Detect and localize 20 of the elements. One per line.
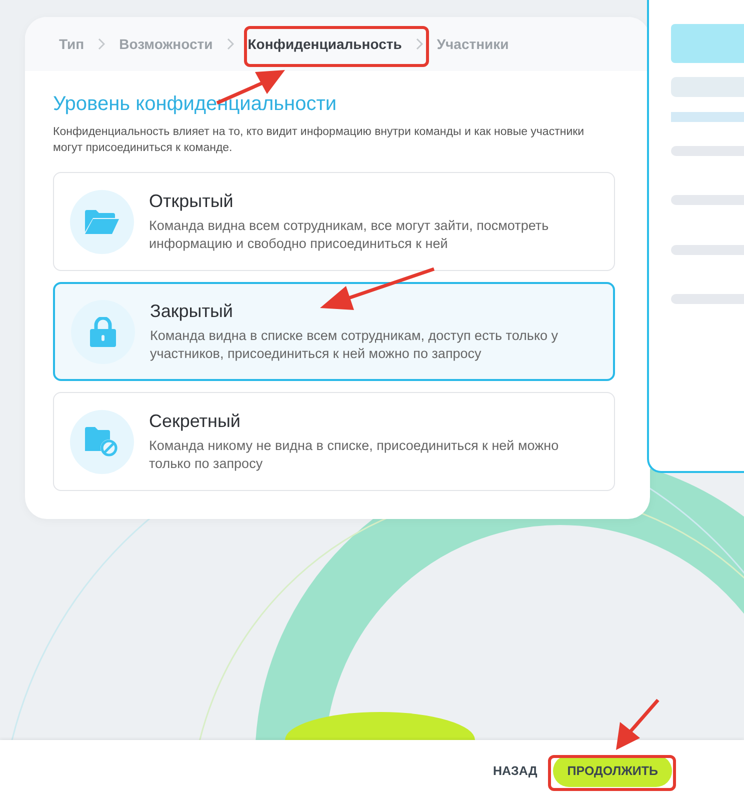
- option-description: Команда видна всем сотрудникам, все могут зайти, посмотреть информацию и свободно присоединиться к ней: [149, 216, 550, 252]
- option-title: Открытый: [149, 190, 234, 212]
- privacy-option[interactable]: Открытый Команда видна всем сотрудникам, все могут зайти, посмотреть информацию и свободно присоединиться к ней: [53, 172, 615, 271]
- chevron-icon: [98, 38, 106, 50]
- option-title: Секретный: [149, 410, 242, 432]
- section-description: Конфиденциальность влияет на то, кто видит информацию внутри команды и как новые участники могут присоединиться к команде.: [53, 125, 586, 156]
- option-title: Закрытый: [150, 300, 234, 322]
- back-button[interactable]: НАЗАД: [493, 755, 538, 787]
- option-description: Команда видна в списке всем сотрудникам, доступ есть только у участников, присоединиться к ней можно по запросу: [150, 326, 560, 362]
- chevron-icon: [416, 38, 423, 50]
- folder-blocked-icon: [85, 426, 119, 456]
- breadcrumb-step[interactable]: Конфиденциальность: [242, 30, 408, 58]
- lock-icon: [90, 316, 116, 346]
- option-description: Команда никому не видна в списке, присоединиться к ней можно только по запросу: [149, 436, 560, 472]
- section-title: Уровень конфиденциальности: [53, 93, 338, 116]
- continue-button[interactable]: ПРОДОЛЖИТЬ: [553, 755, 672, 787]
- privacy-option[interactable]: Закрытый Команда видна в списке всем сотрудникам, доступ есть только у участников, присоединиться к ней можно по запросу: [53, 282, 615, 381]
- folder-icon: [85, 210, 119, 234]
- privacy-option[interactable]: Секретный Команда никому не видна в списке, присоединиться к ней можно только по запросу: [53, 392, 615, 491]
- chevron-icon: [226, 38, 234, 50]
